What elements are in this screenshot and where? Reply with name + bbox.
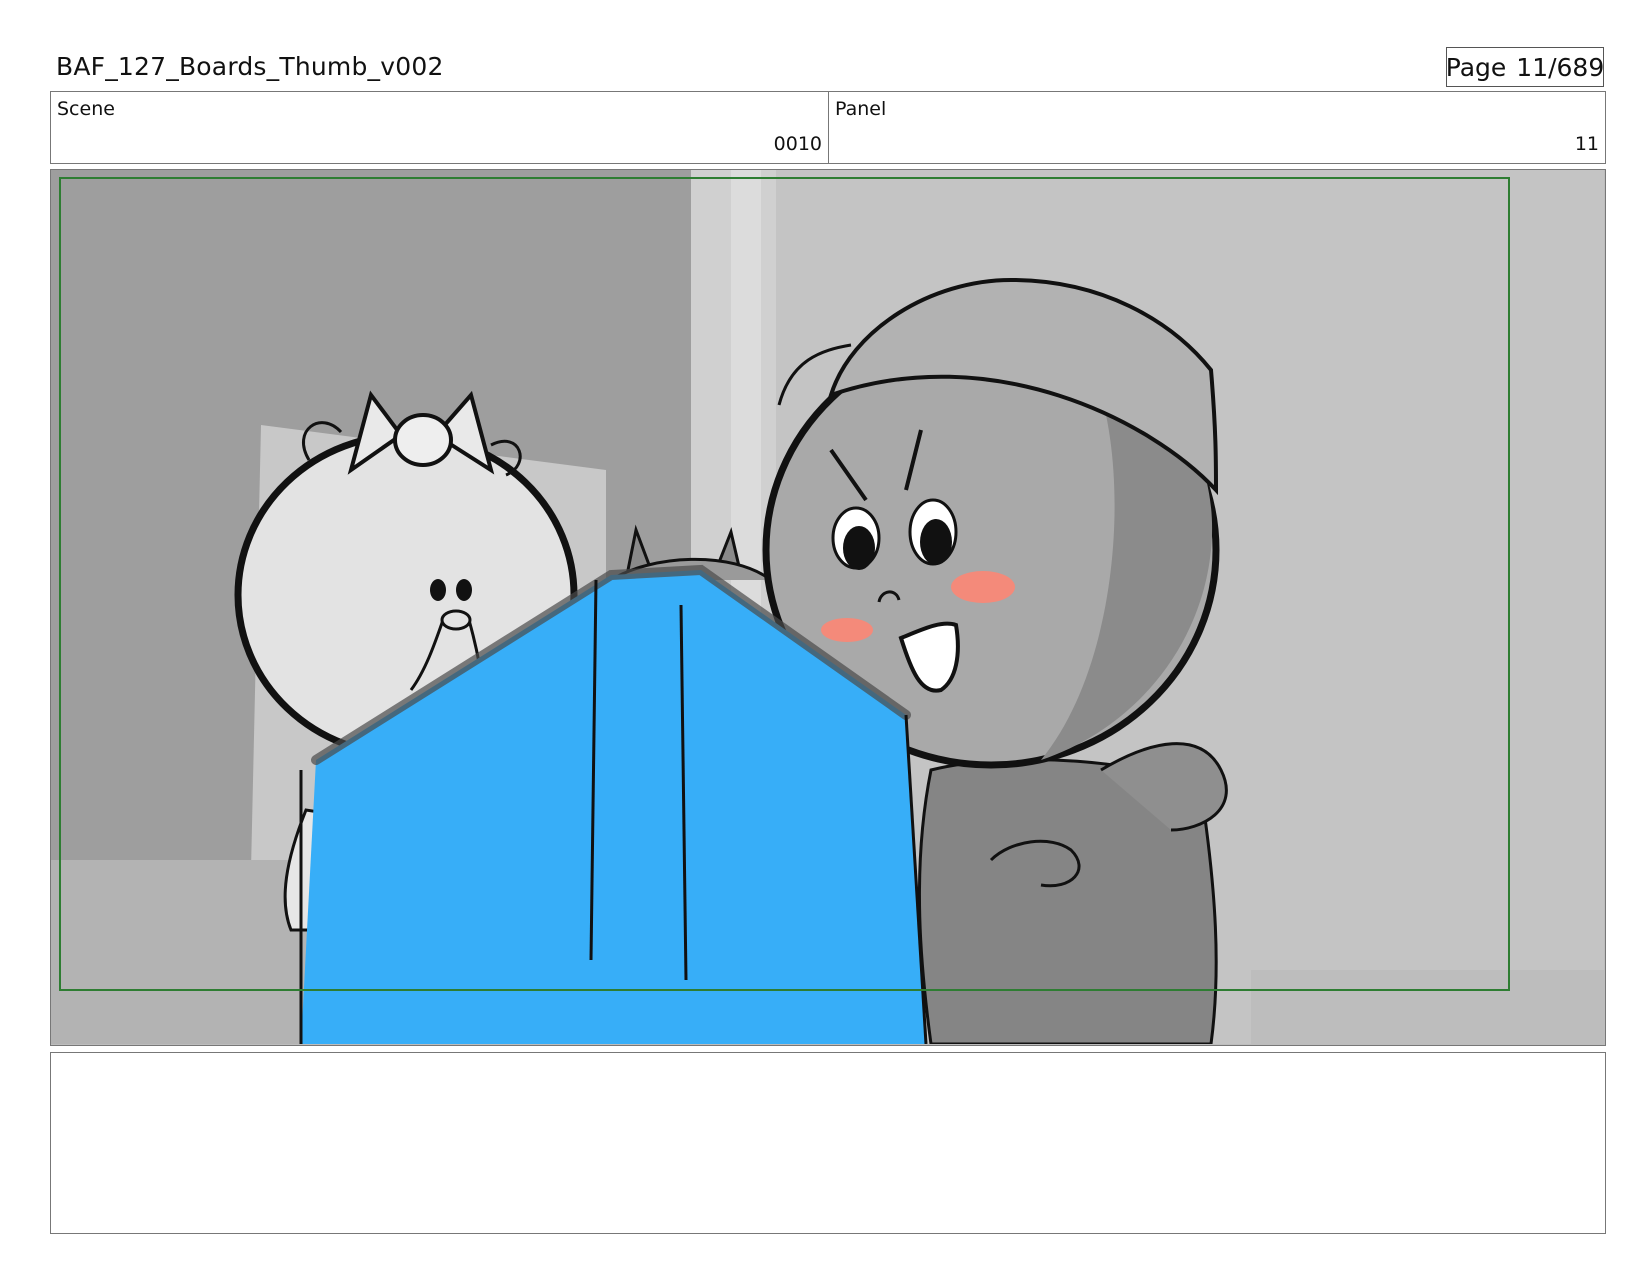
floor-right	[1251, 970, 1604, 1044]
storyboard-drawing	[51, 170, 1604, 1044]
scene-label: Scene	[57, 98, 115, 120]
panel-number: 11	[1574, 133, 1599, 155]
blush-left	[821, 618, 873, 642]
scene-panel-info-row: Scene 0010 Panel 11	[50, 91, 1606, 164]
scene-number: 0010	[773, 133, 822, 155]
panel-label: Panel	[835, 98, 887, 120]
page-number: 11/689	[1516, 52, 1605, 82]
page-label: Page	[1445, 52, 1507, 82]
scene-cell: Scene 0010	[51, 92, 829, 163]
notes-box[interactable]	[50, 1052, 1606, 1234]
blush-right	[951, 571, 1015, 603]
panel-cell: Panel 11	[829, 92, 1605, 163]
page-indicator: Page 11/689	[1446, 47, 1604, 87]
storyboard-frame	[50, 169, 1606, 1046]
document-title: BAF_127_Boards_Thumb_v002	[56, 52, 444, 81]
